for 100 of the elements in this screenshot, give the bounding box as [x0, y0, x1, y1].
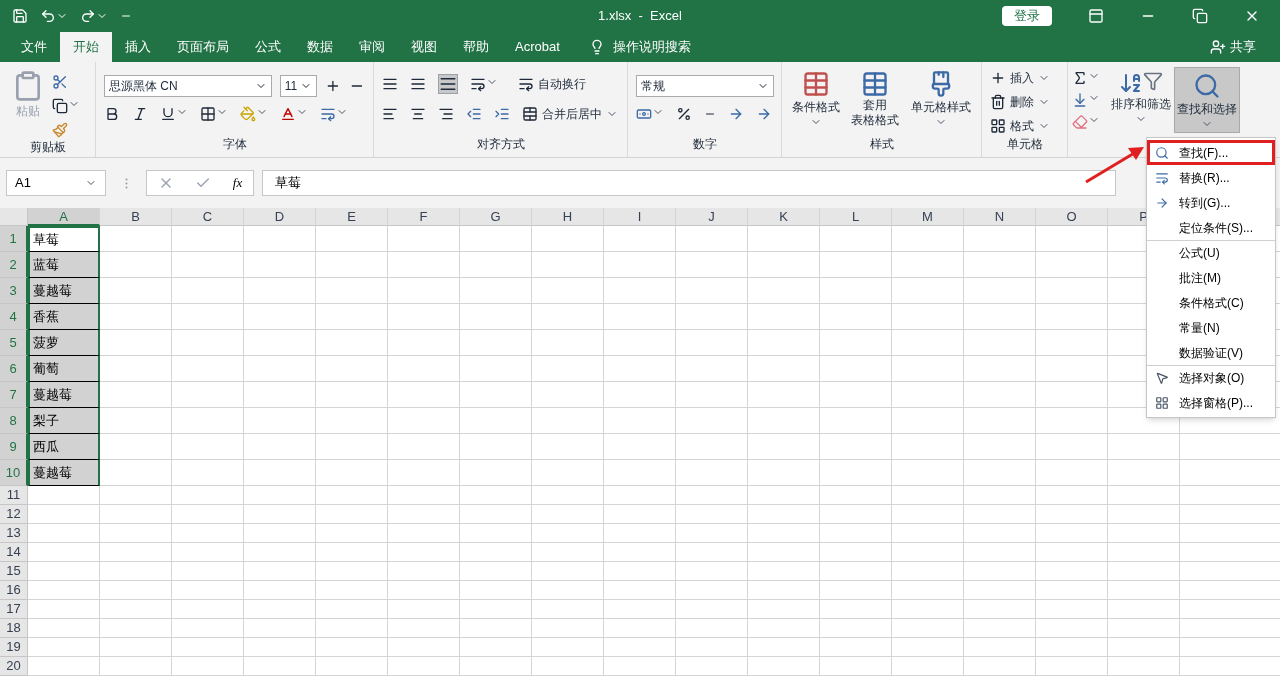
align-left-icon[interactable] — [382, 106, 398, 122]
eraser-icon[interactable] — [1072, 114, 1088, 130]
menu-item[interactable]: 公式(U) — [1147, 240, 1275, 265]
sign-in-button[interactable]: 登录 — [1002, 6, 1052, 26]
ribbon-display-icon[interactable] — [1088, 8, 1104, 24]
merge-center-button[interactable]: 合并后居中 — [542, 105, 602, 123]
row-header[interactable]: 19 — [0, 638, 28, 657]
conditional-format-icon[interactable] — [801, 70, 830, 98]
bottom-align-icon[interactable] — [438, 74, 458, 94]
column-header[interactable]: E — [316, 208, 388, 226]
wrap-text-button[interactable]: 自动换行 — [538, 75, 586, 93]
currency-icon[interactable] — [636, 106, 652, 122]
column-header[interactable]: H — [532, 208, 604, 226]
menu-item[interactable]: 选择窗格(P)... — [1147, 390, 1275, 415]
percent-icon[interactable] — [676, 106, 692, 122]
row-header[interactable]: 9 — [0, 434, 28, 460]
scissors-icon[interactable] — [52, 74, 68, 90]
row-header[interactable]: 18 — [0, 619, 28, 638]
column-header[interactable]: G — [460, 208, 532, 226]
menu-item[interactable]: 查找(F)... — [1147, 140, 1275, 165]
ribbon-tab[interactable]: 数据 — [294, 32, 346, 62]
font-name-field[interactable]: 思源黑体 CN — [104, 75, 272, 97]
menu-item[interactable]: 常量(N) — [1147, 315, 1275, 340]
autosum-icon[interactable] — [1072, 70, 1088, 86]
tell-me-search[interactable]: 操作说明搜索 — [612, 37, 691, 57]
increase-decimal-icon[interactable] — [728, 106, 744, 122]
row-header[interactable]: 15 — [0, 562, 28, 581]
cells-button[interactable]: 删除 — [1010, 93, 1034, 111]
row-header[interactable]: 11 — [0, 486, 28, 505]
font-color-icon[interactable] — [280, 106, 296, 122]
cells-button[interactable]: 插入 — [1010, 69, 1034, 87]
middle-align-icon[interactable] — [410, 76, 426, 92]
font-size-field[interactable]: 11 — [279, 75, 318, 97]
format-table-icon[interactable] — [861, 70, 890, 98]
row-header[interactable]: 14 — [0, 543, 28, 562]
insert-function-button[interactable]: fx — [232, 173, 243, 193]
align-right-icon[interactable] — [438, 106, 454, 122]
save-icon[interactable] — [12, 8, 28, 24]
row-header[interactable]: 10 — [0, 460, 28, 486]
format-table-button[interactable]: 套用 表格格式 — [851, 98, 900, 128]
row-header[interactable]: 6 — [0, 356, 28, 382]
column-header[interactable]: A — [28, 208, 100, 226]
bold-icon[interactable] — [104, 106, 120, 122]
ribbon-tab[interactable]: 审阅 — [346, 32, 398, 62]
ribbon-tab[interactable]: Acrobat — [502, 32, 573, 62]
underline-icon[interactable] — [160, 106, 176, 122]
column-header[interactable]: M — [892, 208, 964, 226]
row-header[interactable]: 20 — [0, 657, 28, 676]
cells-button[interactable]: 格式 — [1010, 117, 1034, 135]
column-header[interactable]: O — [1036, 208, 1108, 226]
cell-styles-button[interactable]: 单元格样式 — [911, 98, 972, 116]
ribbon-tab[interactable]: 开始 — [60, 32, 112, 62]
row-header[interactable]: 12 — [0, 505, 28, 524]
ribbon-tab[interactable]: 页面布局 — [164, 32, 242, 62]
align-center-icon[interactable] — [410, 106, 426, 122]
menu-item[interactable]: 数据验证(V) — [1147, 340, 1275, 365]
top-align-icon[interactable] — [382, 76, 398, 92]
column-header[interactable]: K — [748, 208, 820, 226]
format-painter-icon[interactable] — [52, 122, 68, 138]
row-header[interactable]: 2 — [0, 252, 28, 278]
menu-item[interactable]: 选择对象(O) — [1147, 365, 1275, 390]
row-header[interactable]: 16 — [0, 581, 28, 600]
increase-indent-icon[interactable] — [494, 106, 510, 122]
redo-icon[interactable] — [80, 8, 96, 24]
menu-item[interactable]: 替换(R)... — [1147, 165, 1275, 190]
column-header[interactable]: C — [172, 208, 244, 226]
row-header[interactable]: 13 — [0, 524, 28, 543]
ribbon-tab[interactable]: 公式 — [242, 32, 294, 62]
menu-item[interactable]: 条件格式(C) — [1147, 290, 1275, 315]
column-header[interactable]: N — [964, 208, 1036, 226]
row-header[interactable]: 4 — [0, 304, 28, 330]
number-format-field[interactable]: 常规 — [636, 75, 774, 97]
conditional-format-button[interactable]: 条件格式 — [791, 98, 840, 116]
undo-icon[interactable] — [40, 8, 56, 24]
copy-icon[interactable] — [52, 98, 68, 114]
decrease-indent-icon[interactable] — [466, 106, 482, 122]
ribbon-tab[interactable]: 插入 — [112, 32, 164, 62]
row-header[interactable]: 17 — [0, 600, 28, 619]
fill-icon[interactable] — [1072, 92, 1088, 108]
menu-item[interactable]: 批注(M) — [1147, 265, 1275, 290]
decrease-decimal-icon[interactable] — [756, 106, 772, 122]
row-header[interactable]: 3 — [0, 278, 28, 304]
row-header[interactable]: 7 — [0, 382, 28, 408]
column-header[interactable]: J — [676, 208, 748, 226]
row-header[interactable]: 1 — [0, 226, 28, 252]
restore-icon[interactable] — [1192, 8, 1208, 24]
italic-icon[interactable] — [132, 106, 148, 122]
find-select-button[interactable]: 查找和选择 — [1174, 67, 1240, 133]
name-box[interactable]: A1 — [6, 170, 106, 196]
ribbon-tab[interactable]: 视图 — [398, 32, 450, 62]
column-header[interactable]: B — [100, 208, 172, 226]
borders-icon[interactable] — [200, 106, 216, 122]
row-header[interactable]: 5 — [0, 330, 28, 356]
sort-filter-button[interactable]: 排序和筛选 — [1111, 95, 1171, 113]
ribbon-tab[interactable]: 文件 — [8, 32, 60, 62]
formula-field[interactable]: 草莓 — [262, 170, 1116, 196]
column-header[interactable]: L — [820, 208, 892, 226]
column-header[interactable]: F — [388, 208, 460, 226]
column-header[interactable]: D — [244, 208, 316, 226]
ribbon-tab[interactable]: 帮助 — [450, 32, 502, 62]
